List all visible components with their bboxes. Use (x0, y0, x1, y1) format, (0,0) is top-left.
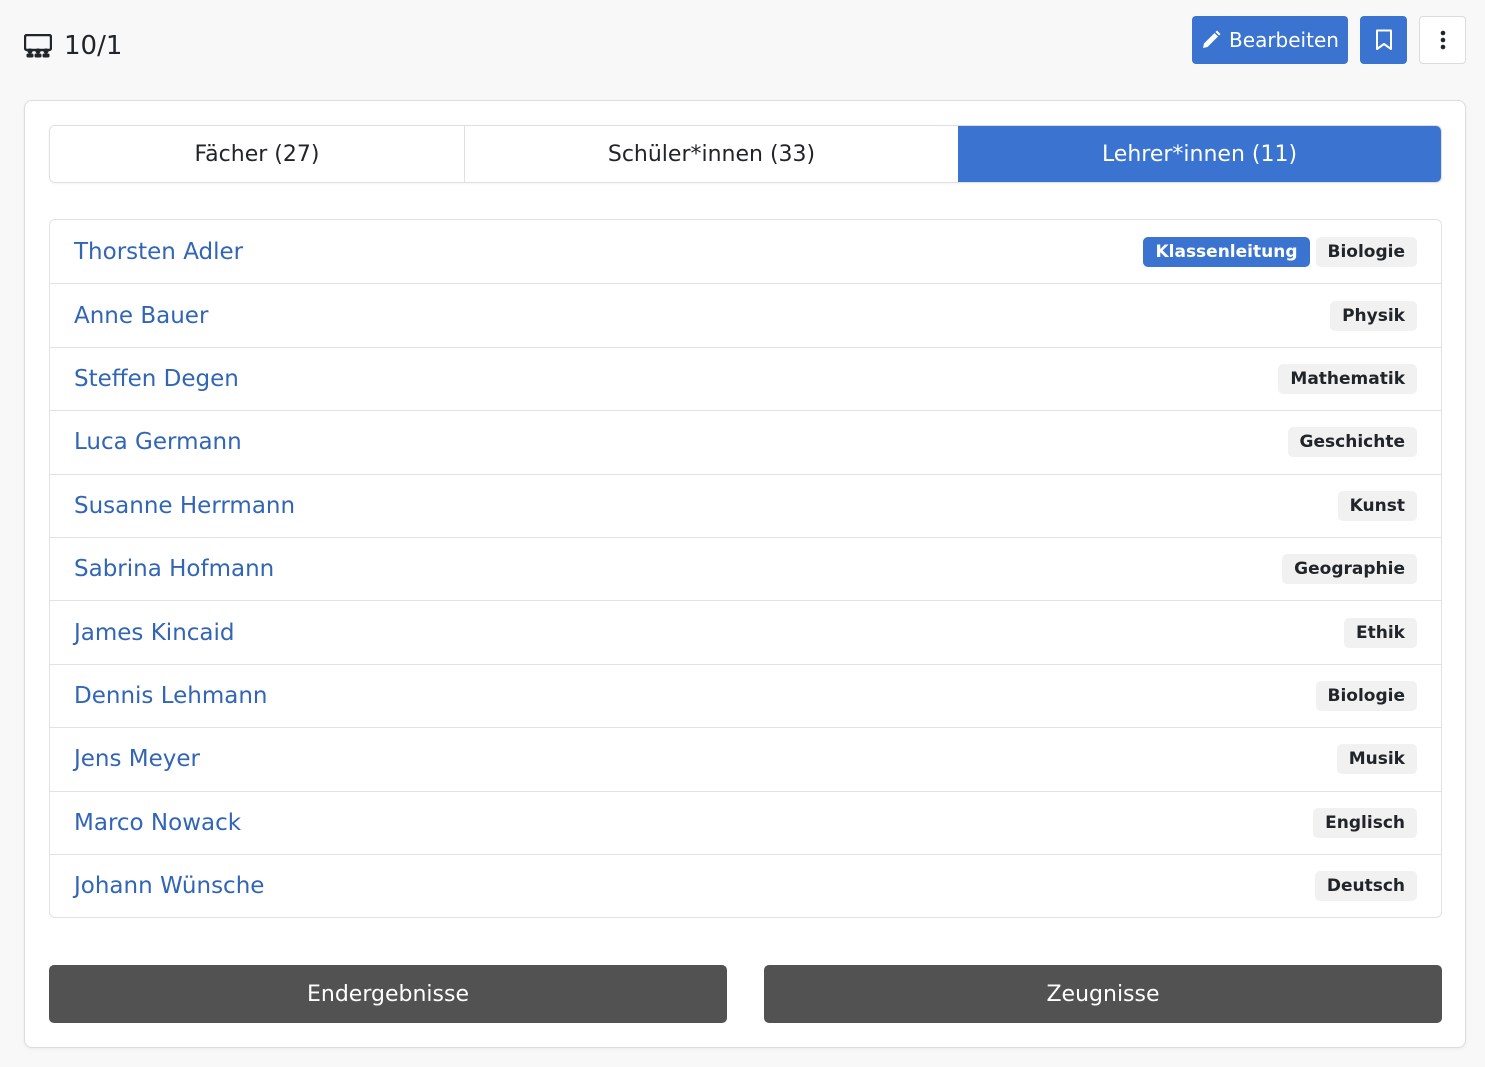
subject-badge: Deutsch (1314, 871, 1417, 902)
class-card: Fächer (27) Schüler*innen (33) Lehrer*in… (24, 100, 1466, 1048)
teacher-list: Thorsten Adler Klassenleitung Biologie Anne… (49, 219, 1442, 919)
list-item: Marco Nowack Englisch (50, 790, 1441, 854)
subject-badge: Musik (1336, 744, 1417, 775)
subject-badge: Physik (1330, 300, 1417, 331)
teacher-name-link[interactable]: Jens Meyer (74, 746, 200, 772)
edit-button[interactable]: Bearbeiten (1192, 16, 1348, 64)
subject-badge: Biologie (1315, 680, 1417, 711)
list-item: Johann Wünsche Deutsch (50, 853, 1441, 917)
badge-group: Klassenleitung Biologie (1143, 236, 1417, 267)
pencil-icon (1201, 30, 1221, 50)
tab-teachers[interactable]: Lehrer*innen (11) (958, 126, 1441, 182)
list-item: Dennis Lehmann Biologie (50, 663, 1441, 727)
tab-subjects[interactable]: Fächer (27) (50, 126, 464, 182)
badge-group: Physik (1330, 300, 1417, 331)
subject-badge: Geographie (1282, 554, 1417, 585)
list-item: Luca Germann Geschichte (50, 410, 1441, 473)
footer-actions: Endergebnisse Zeugnisse (49, 965, 1442, 1023)
teacher-name-link[interactable]: Thorsten Adler (74, 239, 243, 265)
teacher-name-link[interactable]: Anne Bauer (74, 303, 208, 329)
more-options-button[interactable] (1419, 16, 1466, 64)
teacher-name-link[interactable]: Dennis Lehmann (74, 683, 268, 709)
header-actions: Bearbeiten (1192, 16, 1466, 64)
page-header: 10/1 Bearbeiten (0, 0, 1485, 88)
list-item: Steffen Degen Mathematik (50, 346, 1441, 410)
subject-badge: Englisch (1313, 807, 1417, 838)
list-item: Jens Meyer Musik (50, 727, 1441, 790)
subject-badge: Mathematik (1278, 363, 1417, 394)
edit-button-label: Bearbeiten (1229, 28, 1339, 52)
final-results-button[interactable]: Endergebnisse (49, 965, 727, 1023)
list-item: Susanne Herrmann Kunst (50, 473, 1441, 537)
bookmark-button[interactable] (1360, 16, 1407, 64)
teacher-name-link[interactable]: Steffen Degen (74, 366, 239, 392)
teacher-name-link[interactable]: James Kincaid (74, 620, 235, 646)
tab-students[interactable]: Schüler*innen (33) (464, 126, 958, 182)
badge-group: Geographie (1282, 554, 1417, 585)
more-vertical-icon (1440, 30, 1446, 50)
badge-group: Geschichte (1287, 427, 1417, 458)
list-item: Thorsten Adler Klassenleitung Biologie (50, 220, 1441, 283)
teacher-name-link[interactable]: Luca Germann (74, 429, 242, 455)
teacher-name-link[interactable]: Susanne Herrmann (74, 493, 295, 519)
subject-badge: Kunst (1337, 490, 1417, 521)
list-item: James Kincaid Ethik (50, 600, 1441, 663)
page-title: 10/1 (64, 31, 123, 61)
class-teacher-badge: Klassenleitung (1143, 236, 1310, 267)
teacher-name-link[interactable]: Sabrina Hofmann (74, 556, 274, 582)
badge-group: Kunst (1337, 490, 1417, 521)
reports-button[interactable]: Zeugnisse (764, 965, 1442, 1023)
list-item: Sabrina Hofmann Geographie (50, 536, 1441, 600)
subject-badge: Geschichte (1287, 427, 1417, 458)
list-item: Anne Bauer Physik (50, 283, 1441, 346)
page-title-group: 10/1 (24, 24, 122, 68)
badge-group: Englisch (1313, 807, 1417, 838)
badge-group: Ethik (1344, 617, 1417, 648)
bookmark-icon (1375, 29, 1393, 51)
teacher-name-link[interactable]: Marco Nowack (74, 810, 241, 836)
badge-group: Musik (1336, 744, 1417, 775)
badge-group: Deutsch (1314, 871, 1417, 902)
teacher-name-link[interactable]: Johann Wünsche (74, 873, 264, 899)
tab-bar: Fächer (27) Schüler*innen (33) Lehrer*in… (49, 125, 1442, 183)
badge-group: Biologie (1315, 680, 1417, 711)
subject-badge: Biologie (1315, 236, 1417, 267)
subject-badge: Ethik (1344, 617, 1417, 648)
badge-group: Mathematik (1278, 363, 1417, 394)
classroom-icon (24, 32, 52, 60)
